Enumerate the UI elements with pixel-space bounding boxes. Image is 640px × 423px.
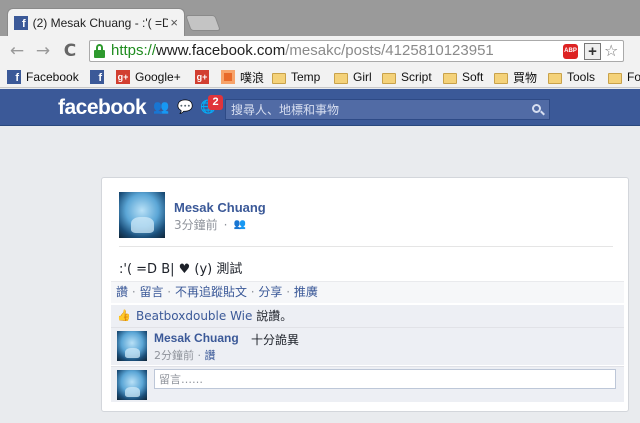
post-meta: 3分鐘前 · 👥 xyxy=(174,216,246,233)
url-path: /mesakc/posts/4125810123951 xyxy=(285,42,494,59)
comment-text: 十分詭異 xyxy=(251,333,300,347)
google-plus-icon: g+ xyxy=(195,70,209,84)
facebook-top-bar: facebook 👥 💬 🌐 2 xyxy=(0,89,640,126)
bookmark-script[interactable]: Script xyxy=(382,68,432,86)
forward-icon[interactable]: → xyxy=(32,40,54,62)
comment-input[interactable] xyxy=(154,369,616,389)
separator-dot: · xyxy=(223,217,228,232)
post-timestamp[interactable]: 3分鐘前 xyxy=(174,216,218,233)
divider xyxy=(119,246,613,247)
facebook-icon: f xyxy=(7,70,21,84)
bookmark-star-icon[interactable]: ☆ xyxy=(604,41,618,60)
avatar[interactable] xyxy=(117,331,147,361)
folder-icon xyxy=(334,72,348,84)
share-link[interactable]: 分享 xyxy=(258,285,282,299)
facebook-logo[interactable]: facebook xyxy=(58,96,147,120)
bookmarks-bar: f Facebook f g+ Google+ g+ 噗浪 Temp Girl Sc… xyxy=(0,66,640,88)
extension-plus-icon[interactable]: + xyxy=(584,43,601,60)
bookmark-tools[interactable]: Tools xyxy=(548,68,595,86)
bookmark-google-plus[interactable]: g+ Google+ xyxy=(116,68,181,86)
folder-icon xyxy=(494,72,508,84)
post-author[interactable]: Mesak Chuang xyxy=(174,200,266,215)
bookmark-facebook-2[interactable]: f xyxy=(90,68,109,86)
browser-tab-strip: f (2) Mesak Chuang - :'( =D B × xyxy=(0,0,640,36)
adblock-icon[interactable]: ABP xyxy=(563,44,578,59)
likes-suffix: 說讚。 xyxy=(252,309,293,323)
comment-author[interactable]: Mesak Chuang xyxy=(154,331,239,345)
folder-icon xyxy=(272,72,286,84)
bookmark-temp[interactable]: Temp xyxy=(272,68,320,86)
back-icon[interactable]: ← xyxy=(6,40,28,62)
comment-meta: 2分鐘前 · 讚 xyxy=(154,349,216,362)
bookmark-shopping[interactable]: 買物 xyxy=(494,68,537,86)
audience-friends-icon[interactable]: 👥 xyxy=(233,219,245,230)
bookmark-girl[interactable]: Girl xyxy=(334,68,372,86)
url-text[interactable]: https://www.facebook.com/mesakc/posts/41… xyxy=(111,42,494,59)
browser-tab[interactable]: f (2) Mesak Chuang - :'( =D B × xyxy=(7,8,185,36)
url-host: www.facebook.com xyxy=(156,42,286,59)
google-plus-icon: g+ xyxy=(116,70,130,84)
bookmark-soft[interactable]: Soft xyxy=(443,68,483,86)
promote-link[interactable]: 推廣 xyxy=(294,285,318,299)
comment-like-link[interactable]: 讚 xyxy=(205,349,216,362)
folder-icon xyxy=(382,72,396,84)
folder-icon xyxy=(443,72,457,84)
lock-icon xyxy=(94,44,105,58)
like-link[interactable]: 讚 xyxy=(116,285,128,299)
comment-composer xyxy=(111,366,624,402)
bookmark-google-plus-2[interactable]: g+ xyxy=(195,68,214,86)
friend-requests-icon[interactable]: 👥 xyxy=(153,100,169,115)
address-bar[interactable]: https://www.facebook.com/mesakc/posts/41… xyxy=(89,40,624,62)
liker-name[interactable]: Beatboxdouble Wie xyxy=(136,309,252,323)
search-box xyxy=(225,99,550,120)
close-icon[interactable]: × xyxy=(170,15,178,30)
bookmark-facebook[interactable]: f Facebook xyxy=(7,68,79,86)
reload-icon[interactable]: C xyxy=(59,40,81,62)
avatar[interactable] xyxy=(119,192,165,238)
plurk-icon xyxy=(221,70,235,84)
bookmark-plurk[interactable]: 噗浪 xyxy=(221,68,264,86)
unfollow-link[interactable]: 不再追蹤貼文 xyxy=(175,285,247,299)
new-tab-button[interactable] xyxy=(185,15,221,31)
likes-row: 👍 Beatboxdouble Wie 說讚。 xyxy=(111,304,624,327)
url-scheme: https:// xyxy=(111,42,157,59)
comment-item: Mesak Chuang 十分詭異 2分鐘前 · 讚 xyxy=(111,327,624,365)
notification-badge: 2 xyxy=(208,95,223,110)
facebook-icon: f xyxy=(90,70,104,84)
messages-icon[interactable]: 💬 xyxy=(177,100,193,115)
thumbs-up-icon: 👍 xyxy=(117,309,131,322)
comment-link[interactable]: 留言 xyxy=(139,285,163,299)
post-text: :'( =D B| ♥ (y) 測試 xyxy=(119,262,243,277)
post-card: Mesak Chuang 3分鐘前 · 👥 :'( =D B| ♥ (y) 測試… xyxy=(101,177,629,412)
post-actions: 讚 · 留言 · 不再追蹤貼文 · 分享 · 推廣 xyxy=(111,281,624,303)
facebook-icon: f xyxy=(14,15,28,30)
comment-timestamp[interactable]: 2分鐘前 xyxy=(154,349,194,362)
search-icon[interactable] xyxy=(527,100,549,119)
avatar xyxy=(117,370,147,400)
browser-toolbar: ← → C https://www.facebook.com/mesakc/po… xyxy=(0,36,640,66)
search-input[interactable] xyxy=(226,100,526,119)
bookmark-more[interactable]: Fo xyxy=(608,68,640,86)
folder-icon xyxy=(548,72,562,84)
tab-title: (2) Mesak Chuang - :'( =D B xyxy=(32,15,169,30)
folder-icon xyxy=(608,72,622,84)
